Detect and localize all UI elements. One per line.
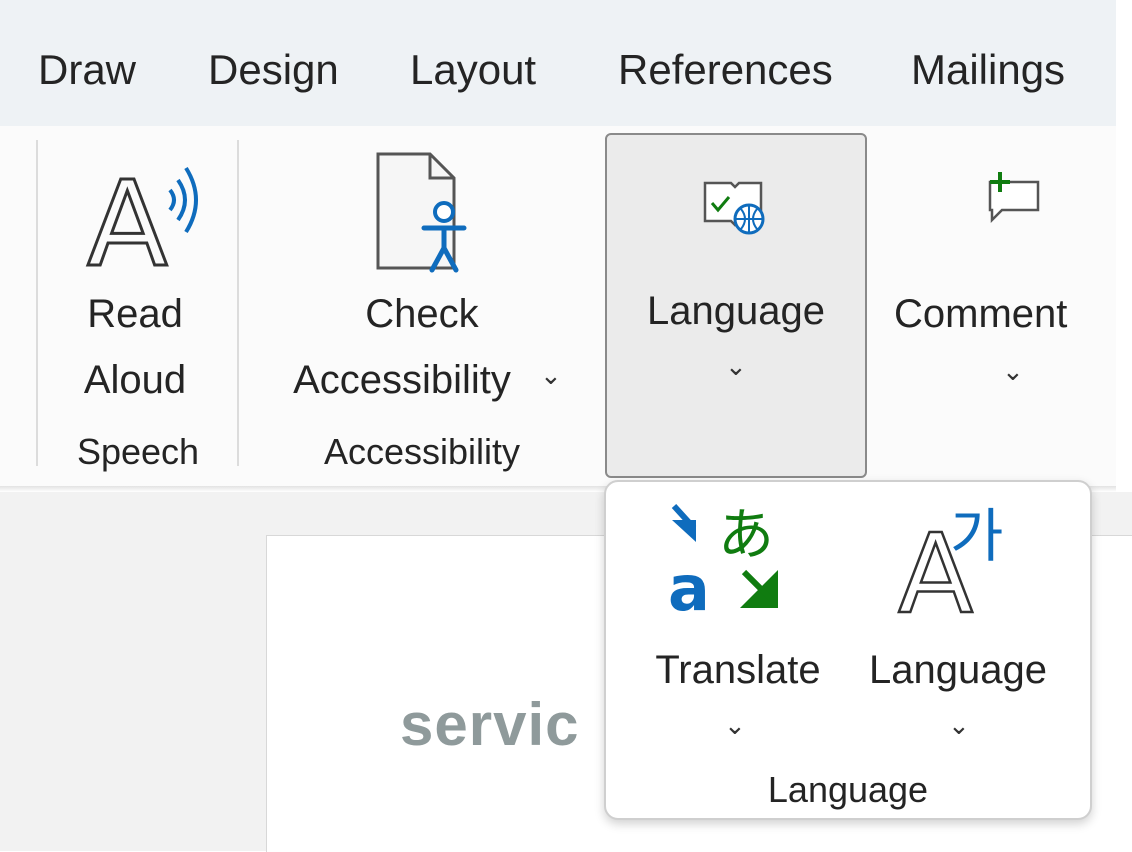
check-accessibility-icon [376, 152, 467, 273]
comments-button-label: Comment [894, 292, 1068, 336]
tab-mailings[interactable]: Mailings [911, 44, 1065, 96]
chevron-down-icon: ⌄ [1002, 356, 1024, 386]
language-options-button[interactable]: A 가 Language ⌄ [848, 496, 1068, 754]
comments-button[interactable]: Comment ⌄ [890, 140, 1116, 425]
translate-icon: a あ [668, 503, 778, 618]
read-aloud-label-line1: Read [87, 292, 183, 336]
ribbon-tab-bar: Draw Design Layout References Mailings [0, 0, 1116, 126]
tab-draw[interactable]: Draw [38, 44, 136, 96]
tab-design[interactable]: Design [208, 44, 339, 96]
document-text: servic [400, 691, 580, 758]
group-separator [237, 140, 239, 466]
language-a-ga-icon: A 가 [897, 502, 1004, 620]
accessibility-group-label: Accessibility [323, 431, 521, 472]
language-group-label: Language [767, 769, 929, 810]
language-button[interactable]: Language ⌄ [605, 133, 867, 478]
check-accessibility-label-line1: Check [365, 292, 479, 336]
svg-text:あ: あ [718, 503, 774, 568]
new-comment-icon [988, 172, 1040, 224]
group-separator [36, 140, 38, 466]
language-book-globe-icon [703, 181, 765, 235]
chevron-down-icon: ⌄ [948, 710, 970, 740]
chevron-down-icon: ⌄ [725, 351, 747, 381]
svg-text:A: A [87, 155, 168, 275]
check-accessibility-label-line2: Accessibility [293, 358, 511, 402]
svg-text:a: a [668, 552, 710, 618]
read-aloud-icon: A [86, 154, 198, 275]
check-accessibility-button[interactable]: Check Accessibility ⌄ [262, 140, 582, 425]
translate-button[interactable]: a あ Translate ⌄ [628, 496, 828, 754]
language-dropdown-menu: a あ Translate ⌄ A 가 Language ⌄ Language [604, 480, 1092, 820]
tab-layout[interactable]: Layout [410, 44, 536, 96]
tab-references[interactable]: References [618, 44, 833, 96]
language-options-label: Language [869, 648, 1047, 692]
language-button-label: Language [647, 289, 825, 333]
svg-text:가: 가 [950, 502, 1003, 570]
chevron-down-icon: ⌄ [540, 360, 562, 390]
read-aloud-button[interactable]: A Read Aloud [60, 140, 230, 425]
translate-label: Translate [655, 648, 821, 692]
read-aloud-label-line2: Aloud [83, 358, 187, 402]
chevron-down-icon: ⌄ [724, 710, 746, 740]
speech-group-label: Speech [76, 431, 200, 472]
